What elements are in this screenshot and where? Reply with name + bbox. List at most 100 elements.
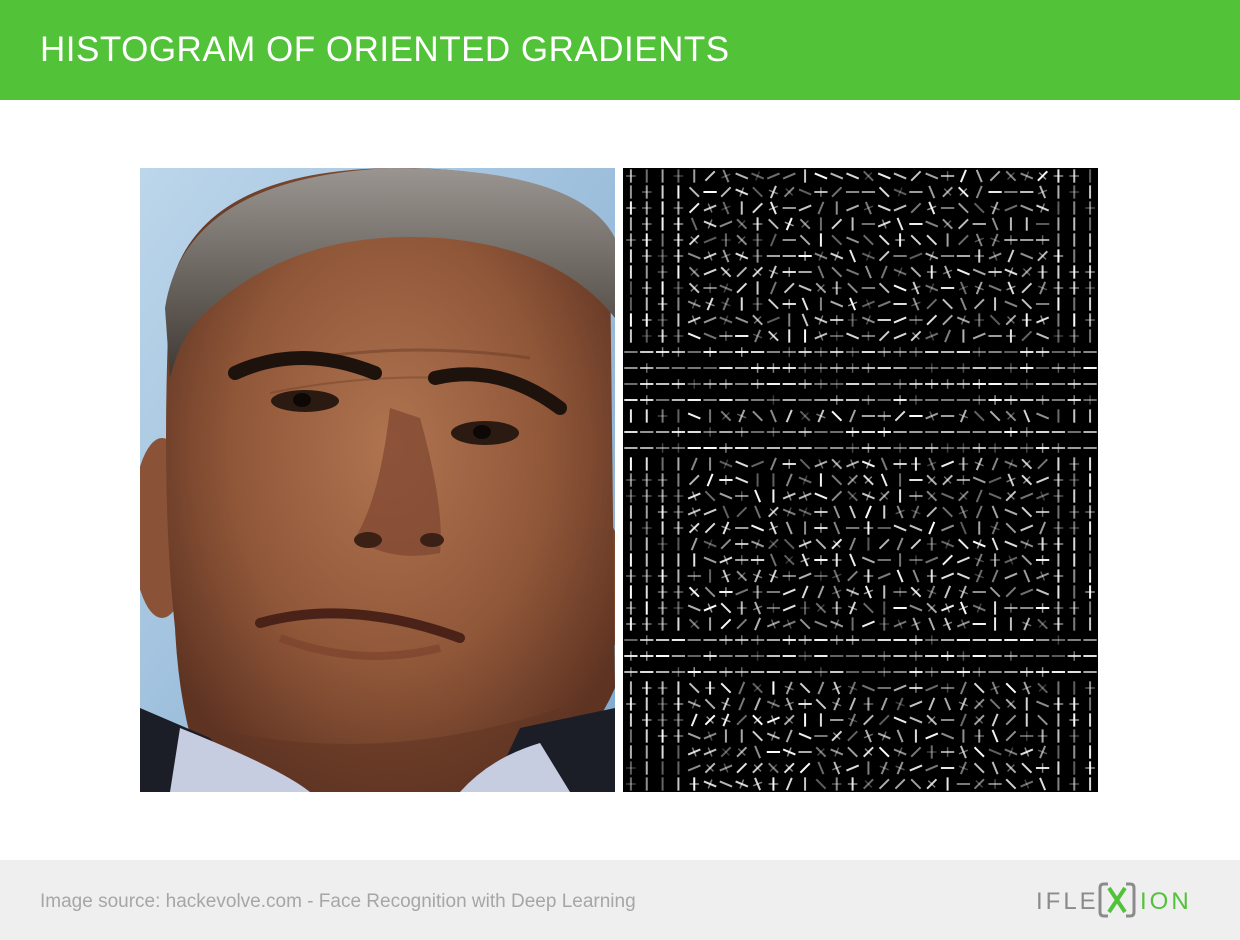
hog-cell xyxy=(719,587,733,597)
hog-cell xyxy=(687,699,701,709)
hog-cell xyxy=(690,217,698,231)
hog-cell xyxy=(1021,330,1033,342)
hog-cell xyxy=(877,667,891,677)
hog-cell xyxy=(766,316,780,324)
hog-cell xyxy=(925,635,939,645)
hog-cell xyxy=(1085,761,1095,775)
hog-cell xyxy=(657,601,668,615)
hog-cell xyxy=(909,604,923,612)
iflexion-logo-mark: IFLE ION xyxy=(1036,882,1189,918)
hog-cell xyxy=(880,457,888,471)
hog-cell xyxy=(738,681,746,695)
hog-cell xyxy=(990,681,1000,695)
hog-cell xyxy=(926,506,938,518)
hog-cell xyxy=(703,332,717,340)
hog-cell xyxy=(768,298,779,310)
hog-cell xyxy=(735,555,749,565)
hog-cell xyxy=(657,537,668,551)
hog-cell xyxy=(752,249,763,263)
hog-cell xyxy=(1005,170,1017,182)
hog-cell xyxy=(1005,762,1017,774)
hog-cell xyxy=(973,778,985,790)
hog-cell xyxy=(814,363,828,373)
hog-cell xyxy=(798,635,812,645)
hog-cell xyxy=(988,395,1002,405)
hog-cell xyxy=(641,185,652,199)
hog-cell xyxy=(974,553,984,567)
hog-cell xyxy=(719,667,733,677)
hog-cell xyxy=(703,539,717,549)
hog-cell xyxy=(626,697,636,711)
hog-cell xyxy=(673,601,684,615)
hog-cell xyxy=(878,250,890,262)
hog-cell xyxy=(991,569,999,583)
hog-cell xyxy=(893,716,907,724)
hog-cell xyxy=(1037,265,1048,279)
hog-cell xyxy=(1037,729,1048,743)
hog-cell xyxy=(785,777,793,791)
hog-cell xyxy=(657,585,668,599)
hog-cell xyxy=(626,201,636,215)
hog-cell xyxy=(735,172,749,180)
hog-cell xyxy=(1037,682,1048,694)
hog-cell xyxy=(831,266,843,278)
hog-cell xyxy=(687,332,701,340)
hog-cell xyxy=(988,251,1002,261)
hog-cell xyxy=(673,217,684,231)
hog-cell xyxy=(703,203,717,213)
hog-cell xyxy=(893,316,907,324)
hog-cell xyxy=(832,569,842,583)
hog-cell xyxy=(1039,521,1047,535)
hog-cell xyxy=(782,347,796,357)
hog-cell xyxy=(959,169,967,183)
hog-cell xyxy=(719,475,733,485)
hog-cell xyxy=(655,443,670,453)
hog-cell xyxy=(641,489,652,503)
hog-cell xyxy=(703,731,717,741)
hog-cell xyxy=(831,410,843,422)
hog-cell xyxy=(752,601,763,615)
hog-cell xyxy=(1020,539,1034,549)
hog-cell xyxy=(641,217,652,231)
hog-cell xyxy=(846,204,860,212)
hog-cell xyxy=(1006,473,1016,487)
page-title: HISTOGRAM OF ORIENTED GRADIENTS xyxy=(40,30,730,69)
hog-cell xyxy=(909,315,923,325)
hog-cell xyxy=(895,697,905,711)
hog-cell xyxy=(972,476,986,484)
hog-cell xyxy=(768,506,779,518)
hog-cell xyxy=(942,186,953,198)
hog-cell xyxy=(783,538,795,550)
hog-cell xyxy=(752,297,763,311)
hog-cell xyxy=(736,266,748,278)
hog-cell xyxy=(1005,778,1017,790)
hog-cell xyxy=(814,507,828,517)
hog-cell xyxy=(798,251,812,261)
hog-cell xyxy=(720,186,732,198)
hog-cell xyxy=(782,491,796,501)
hog-cell xyxy=(879,761,889,775)
hog-cell xyxy=(1021,458,1033,470)
hog-cell xyxy=(944,697,952,711)
hog-cell xyxy=(909,252,923,260)
hog-cell xyxy=(972,268,986,276)
hog-cell xyxy=(972,667,986,677)
hog-cell xyxy=(657,729,668,743)
hog-cell xyxy=(973,762,985,774)
hog-cell xyxy=(975,169,983,183)
hog-cell xyxy=(926,602,938,614)
hog-cell xyxy=(673,729,684,743)
hog-cell xyxy=(926,569,937,583)
hog-cell xyxy=(847,601,858,615)
hog-cell xyxy=(879,617,890,631)
hog-cell xyxy=(754,505,762,519)
hog-cell xyxy=(703,556,717,564)
hog-cell xyxy=(958,585,969,599)
hog-cell xyxy=(1004,540,1018,548)
hog-cell xyxy=(863,201,874,215)
hog-cell xyxy=(942,617,953,631)
hog-cell xyxy=(989,170,1001,182)
hog-cell xyxy=(1067,363,1081,373)
hog-cell xyxy=(1069,265,1080,279)
hog-cell xyxy=(972,395,986,405)
